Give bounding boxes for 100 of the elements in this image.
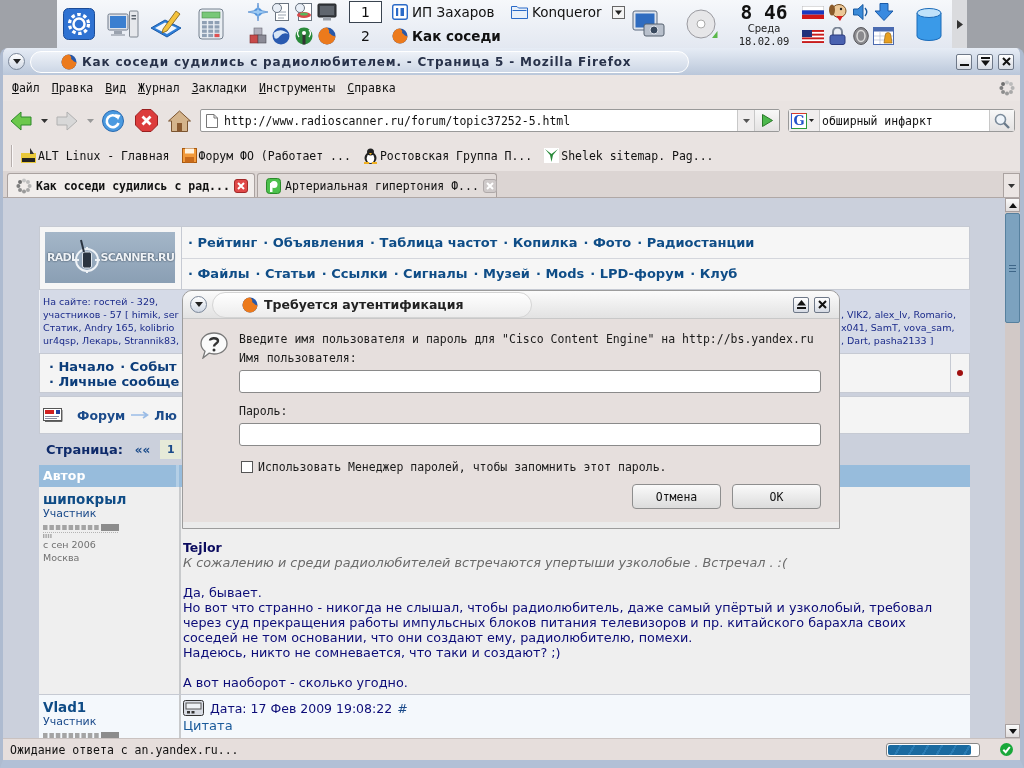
down-arrow-icon[interactable] — [873, 3, 894, 21]
url-dropdown-button[interactable] — [737, 110, 754, 131]
breadcrumb-link[interactable]: Лю — [154, 407, 177, 423]
monitor-camera-icon[interactable] — [632, 10, 665, 38]
document-chart-icon[interactable] — [294, 3, 314, 21]
speaker-icon[interactable] — [851, 3, 870, 21]
nav-link[interactable]: · Радиостанции — [637, 234, 755, 250]
bird-globe-icon[interactable] — [271, 27, 291, 45]
tab[interactable]: Артериальная гипертония Ф... — [257, 173, 497, 197]
flag-icon[interactable] — [802, 29, 824, 43]
bookmark[interactable]: Shelek sitemap. Pag... — [544, 148, 714, 163]
menu-item[interactable]: Закладки — [185, 78, 254, 98]
post-anchor-link[interactable]: # — [397, 700, 408, 716]
menu-link[interactable]: · Событ — [120, 359, 177, 374]
caret-icon[interactable] — [41, 118, 48, 123]
nav-link[interactable]: · Ссылки — [321, 266, 388, 282]
home-icon[interactable] — [168, 109, 191, 132]
nav-link[interactable]: · Таблица частот — [370, 234, 498, 250]
bookmark[interactable]: ALT Linux - Главная — [21, 148, 170, 163]
close-button[interactable] — [814, 296, 830, 313]
close-button[interactable] — [998, 53, 1014, 70]
desktop-switch[interactable]: 1 — [349, 1, 382, 23]
scroll-thumb[interactable] — [1005, 213, 1020, 323]
computer-icon[interactable] — [107, 8, 139, 40]
keep-above-button[interactable] — [793, 296, 809, 313]
checkbox[interactable] — [241, 461, 253, 473]
nav-link[interactable]: · Статьи — [255, 266, 316, 282]
checkbox-label[interactable]: Использовать Менеджер паролей, чтобы запомнить этот пароль. — [258, 460, 667, 474]
dialog-button[interactable]: Отмена — [632, 484, 721, 509]
tab-list-button[interactable] — [1003, 173, 1020, 197]
calculator-icon[interactable] — [198, 8, 224, 40]
author-name[interactable]: шипокрыл — [43, 491, 179, 507]
close-icon[interactable] — [234, 178, 248, 193]
input-field[interactable] — [239, 370, 821, 393]
menu-item[interactable]: Правка — [45, 78, 100, 98]
breadcrumb-link[interactable]: Форум — [77, 407, 126, 423]
menu-item[interactable]: Файл — [6, 78, 46, 98]
calendar-icon[interactable] — [873, 27, 894, 45]
menu-item[interactable]: Инструменты — [253, 78, 342, 98]
search-button[interactable] — [989, 110, 1014, 131]
nav-link[interactable]: · Копилка — [503, 234, 578, 250]
desktop-switch[interactable]: 2 — [349, 25, 382, 47]
cubes-icon[interactable] — [248, 27, 268, 45]
dropdown-icon[interactable] — [612, 5, 625, 19]
scroll-right-button[interactable] — [952, 0, 967, 48]
nav-link[interactable]: · Объявления — [263, 234, 365, 250]
page-link[interactable]: 1 — [160, 440, 182, 459]
scroll-up-button[interactable] — [1005, 198, 1020, 212]
globe-icon[interactable] — [317, 27, 337, 45]
search-field[interactable]: G обширный инфаркт — [788, 109, 1015, 132]
reload-icon[interactable] — [102, 109, 124, 132]
back-icon[interactable] — [10, 109, 32, 132]
bookmark[interactable]: Ростовская Группа П... — [362, 147, 533, 164]
window-menu-button[interactable] — [190, 296, 207, 313]
go-button[interactable] — [754, 110, 779, 131]
shade-button[interactable] — [977, 53, 993, 70]
cylinder-icon[interactable] — [916, 7, 942, 41]
nav-link[interactable]: · Файлы — [188, 266, 250, 282]
nav-link[interactable]: · LPD-форум — [590, 266, 685, 282]
input-field[interactable] — [239, 423, 821, 446]
coin-icon[interactable] — [852, 27, 869, 45]
bookmark[interactable]: Форум ФО (Работает ... — [181, 148, 351, 163]
lock-icon[interactable] — [829, 27, 846, 45]
minimize-button[interactable] — [956, 53, 972, 70]
window-menu-button[interactable] — [8, 53, 25, 70]
first-page-link[interactable]: «« — [134, 442, 151, 457]
url-field[interactable]: http://www.radioscanner.ru/forum/topic37252-5.html — [200, 109, 780, 132]
menu-item[interactable]: Справка — [341, 78, 402, 98]
tab[interactable]: Как соседи судились с рад... — [7, 173, 255, 197]
search-engine-button[interactable]: G — [789, 110, 820, 131]
menu-link[interactable]: · Личные сообще — [49, 374, 180, 389]
nav-link[interactable]: · Клуб — [690, 266, 738, 282]
globe-icon — [61, 53, 77, 70]
monitor-icon[interactable] — [317, 3, 337, 21]
menu-item[interactable]: Журнал — [132, 78, 186, 98]
caret-icon — [809, 119, 814, 122]
flag-icon[interactable] — [802, 5, 824, 19]
scroll-down-button[interactable] — [1005, 724, 1020, 738]
taskbar-task[interactable]: Konqueror — [511, 1, 625, 23]
dialog-button[interactable]: OK — [732, 484, 821, 509]
pencil-paper-icon[interactable] — [150, 8, 182, 40]
author-role: Участник — [43, 715, 98, 729]
nav-link[interactable]: · Музей — [473, 266, 530, 282]
taskbar-task[interactable]: ИП Захаров — [392, 1, 504, 23]
status-text: Ожидание ответа с an.yandex.ru... — [10, 742, 239, 757]
dog-head-icon[interactable] — [827, 3, 848, 21]
quote-link[interactable]: Цитата — [183, 717, 970, 735]
antenna-icon[interactable] — [294, 27, 314, 45]
network-icon[interactable] — [248, 3, 268, 21]
nav-link[interactable]: · Mods — [535, 266, 585, 282]
menu-item[interactable]: Вид — [99, 78, 133, 98]
gear-icon[interactable] — [63, 8, 95, 40]
document-icon[interactable] — [271, 3, 291, 21]
author-name[interactable]: Vlad1 — [43, 699, 179, 715]
nav-link[interactable]: · Рейтинг — [188, 234, 258, 250]
stop-icon[interactable] — [135, 109, 158, 132]
taskbar-task[interactable]: Как соседи — [392, 25, 504, 47]
nav-link[interactable]: · Фото — [583, 234, 632, 250]
nav-link[interactable]: · Сигналы — [393, 266, 468, 282]
menu-link[interactable]: · Начало — [49, 359, 115, 374]
